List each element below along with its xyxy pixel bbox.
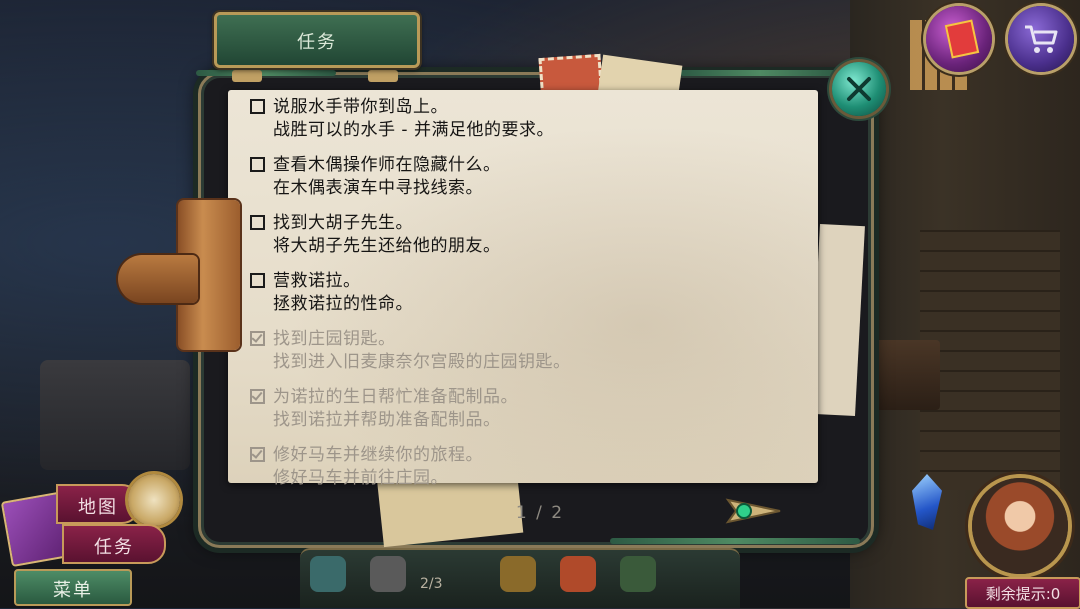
shop-cart-button[interactable] — [1008, 6, 1074, 72]
task-title: 说服水手带你到岛上。 — [273, 97, 448, 117]
wooden-door — [920, 230, 1060, 490]
inventory-item[interactable] — [500, 556, 536, 592]
map-button-label: 地图 — [78, 497, 118, 518]
task-description: 修好马车并前往庄园。 — [273, 468, 448, 488]
page-title: 任务 — [297, 32, 337, 53]
hint-count-label: 剩余提示:0 — [985, 585, 1061, 603]
page-indicator: 1 / 2 — [515, 503, 565, 523]
shopping-cart-icon — [1025, 25, 1058, 53]
menu-button-label: 菜单 — [53, 580, 93, 601]
gift-icon — [944, 19, 980, 59]
task-title: 查看木偶操作师在隐藏什么。 — [273, 155, 501, 175]
close-x-icon — [847, 77, 871, 101]
banner-hook — [232, 70, 262, 82]
task-checkbox — [250, 273, 265, 288]
task-title: 为诺拉的生日帮忙准备配制品。 — [273, 387, 518, 407]
task-description: 找到进入旧麦康奈尔宫殿的庄园钥匙。 — [273, 352, 571, 372]
task-description: 在木偶表演车中寻找线索。 — [273, 178, 483, 198]
task-checkbox-checked — [250, 331, 265, 346]
task-title: 找到大胡子先生。 — [273, 213, 413, 233]
clip-grip — [118, 255, 198, 303]
arrow-right-icon — [725, 498, 781, 524]
tasks-button-label: 任务 — [94, 537, 134, 558]
next-page-button[interactable] — [724, 494, 786, 528]
inventory-item[interactable] — [370, 556, 406, 592]
vine-decoration — [610, 538, 860, 544]
task-checkbox — [250, 215, 265, 230]
task-title: 修好马车并继续你的旅程。 — [273, 445, 483, 465]
hint-button[interactable]: 剩余提示:0 — [965, 577, 1080, 609]
task-checkbox-checked — [250, 447, 265, 462]
page-title-banner: 任务 — [214, 12, 420, 68]
tasks-button[interactable]: 任务 — [62, 524, 166, 564]
task-checkbox-checked — [250, 389, 265, 404]
crate — [40, 360, 190, 470]
task-title: 营救诺拉。 — [273, 271, 361, 291]
close-button[interactable] — [832, 62, 886, 116]
vine-decoration — [680, 70, 840, 76]
gift-shop-button[interactable] — [926, 6, 992, 72]
brass-clip — [118, 200, 244, 350]
inventory-item[interactable] — [560, 556, 596, 592]
task-checkbox — [250, 157, 265, 172]
task-description: 拯救诺拉的性命。 — [273, 294, 413, 314]
task-title: 找到庄园钥匙。 — [273, 329, 396, 349]
task-description: 战胜可以的水手 - 并满足他的要求。 — [273, 120, 554, 140]
task-description: 将大胡子先生还给他的朋友。 — [273, 236, 501, 256]
inventory-item[interactable] — [310, 556, 346, 592]
task-list: 说服水手带你到岛上。战胜可以的水手 - 并满足他的要求。 查看木偶操作师在隐藏什么… — [228, 90, 818, 488]
character-portrait[interactable] — [972, 478, 1068, 574]
menu-button[interactable]: 菜单 — [14, 569, 132, 606]
compass-icon[interactable] — [128, 474, 180, 526]
vine-decoration — [196, 70, 336, 76]
inventory-count: 2/3 — [420, 576, 443, 592]
task-description: 找到诺拉并帮助准备配制品。 — [273, 410, 501, 430]
banner-hook — [368, 70, 398, 82]
inventory-item[interactable] — [620, 556, 656, 592]
task-checkbox — [250, 99, 265, 114]
